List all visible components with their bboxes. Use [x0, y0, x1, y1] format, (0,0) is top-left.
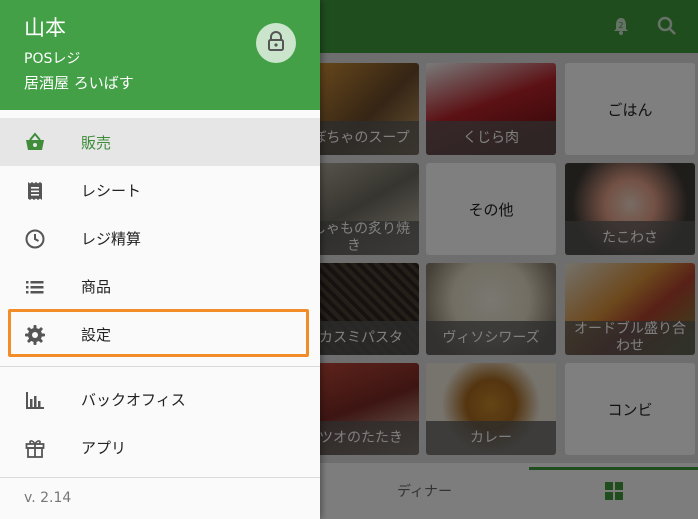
menu-item-register-close[interactable]: レジ精算 — [0, 214, 320, 262]
settings-highlight-box — [8, 309, 309, 357]
menu-item-label: レシート — [81, 181, 142, 200]
lock-button[interactable] — [256, 23, 296, 63]
menu-item-receipt[interactable]: レシート — [0, 166, 320, 214]
bar-chart-icon — [24, 389, 46, 411]
divider — [0, 366, 320, 367]
gift-icon — [24, 437, 46, 459]
menu-item-apps[interactable]: アプリ — [0, 423, 320, 471]
drawer-header: 山本 POSレジ 居酒屋 ろいばす — [0, 0, 320, 110]
app-name: POSレジ — [24, 51, 81, 67]
app-version: v. 2.14 — [24, 490, 72, 506]
menu-item-sales[interactable]: 販売 — [0, 118, 320, 166]
menu-item-label: バックオフィス — [81, 390, 186, 409]
menu-item-products[interactable]: 商品 — [0, 262, 320, 310]
divider — [0, 477, 320, 478]
store-name: 居酒屋 ろいばす — [24, 74, 134, 92]
menu-item-label: レジ精算 — [81, 229, 142, 248]
menu-item-label: アプリ — [81, 438, 127, 457]
basket-icon — [24, 132, 46, 154]
menu-item-label: 商品 — [81, 277, 112, 296]
menu-item-label: 販売 — [81, 133, 112, 152]
receipt-icon — [24, 180, 46, 202]
navigation-drawer: 山本 POSレジ 居酒屋 ろいばす 販売 レシート レジ精算 商品 設定 バック… — [0, 0, 320, 519]
user-name: 山本 — [24, 16, 66, 40]
clock-icon — [24, 228, 46, 250]
menu-item-back-office[interactable]: バックオフィス — [0, 375, 320, 423]
lock-icon — [267, 31, 285, 55]
list-icon — [24, 276, 46, 298]
